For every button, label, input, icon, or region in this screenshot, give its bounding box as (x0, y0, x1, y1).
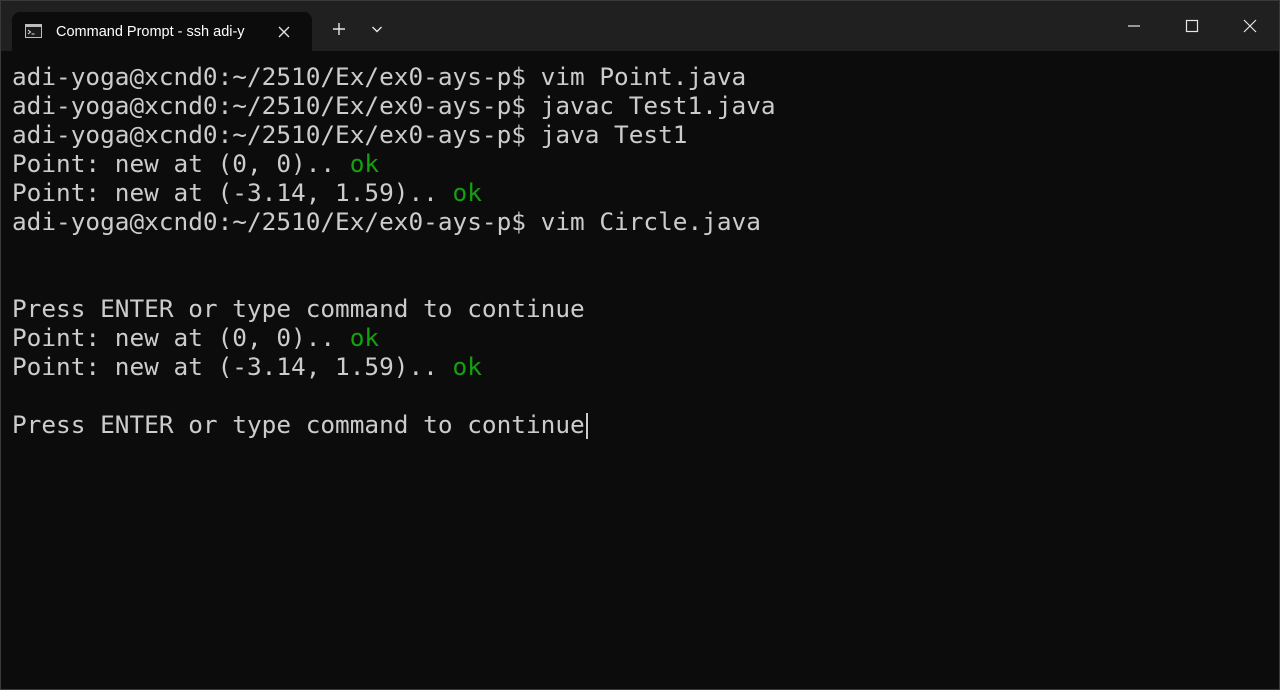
status-ok: ok (452, 178, 482, 207)
tab-title: Command Prompt - ssh adi-y (56, 24, 245, 40)
terminal-line: Point: new at (-3.14, 1.59).. ok (12, 352, 776, 381)
minimize-icon[interactable] (1105, 1, 1163, 51)
tab-command-prompt[interactable]: Command Prompt - ssh adi-y (12, 12, 312, 51)
status-ok: ok (452, 352, 482, 381)
status-ok: ok (349, 149, 380, 178)
terminal-line-text: adi-yoga@xcnd0:~/2510/Ex/ex0-ays-p$ vim … (12, 62, 747, 91)
terminal-line-text: Press ENTER or type command to continue (12, 410, 585, 439)
terminal-line: adi-yoga@xcnd0:~/2510/Ex/ex0-ays-p$ java… (12, 120, 776, 149)
terminal-line: Point: new at (0, 0).. ok (12, 149, 776, 178)
terminal-line: Point: new at (0, 0).. ok (12, 323, 776, 352)
close-icon[interactable] (1221, 1, 1279, 51)
title-bar[interactable]: Command Prompt - ssh adi-y (1, 1, 1279, 51)
chevron-down-icon[interactable] (363, 15, 391, 43)
terminal-line: Press ENTER or type command to continue (12, 294, 776, 323)
terminal-line: adi-yoga@xcnd0:~/2510/Ex/ex0-ays-p$ vim … (12, 62, 776, 91)
terminal-line-text: Point: new at (0, 0).. (12, 149, 350, 178)
status-ok: ok (349, 323, 380, 352)
terminal-line-text: Point: new at (0, 0).. (12, 323, 350, 352)
terminal-icon (25, 24, 42, 38)
terminal-window: Command Prompt - ssh adi-y adi-yoga@xcnd… (0, 0, 1280, 690)
terminal-line: Press ENTER or type command to continue (12, 410, 776, 439)
terminal-lines: adi-yoga@xcnd0:~/2510/Ex/ex0-ays-p$ vim … (12, 62, 776, 439)
terminal-line: adi-yoga@xcnd0:~/2510/Ex/ex0-ays-p$ java… (12, 91, 776, 120)
terminal-line-text: adi-yoga@xcnd0:~/2510/Ex/ex0-ays-p$ java… (12, 91, 776, 120)
terminal-line-text: adi-yoga@xcnd0:~/2510/Ex/ex0-ays-p$ vim … (12, 207, 761, 236)
terminal-line: adi-yoga@xcnd0:~/2510/Ex/ex0-ays-p$ vim … (12, 207, 776, 236)
maximize-icon[interactable] (1163, 1, 1221, 51)
terminal-line: Point: new at (-3.14, 1.59).. ok (12, 178, 776, 207)
terminal-line-text: Press ENTER or type command to continue (12, 294, 585, 323)
terminal-output[interactable]: adi-yoga@xcnd0:~/2510/Ex/ex0-ays-p$ vim … (1, 51, 1279, 689)
terminal-line-text: Point: new at (-3.14, 1.59).. (12, 178, 453, 207)
terminal-line-text: adi-yoga@xcnd0:~/2510/Ex/ex0-ays-p$ java… (12, 120, 688, 149)
text-cursor (585, 413, 588, 439)
plus-icon[interactable] (325, 15, 353, 43)
close-icon[interactable] (276, 24, 292, 40)
terminal-line-text: Point: new at (-3.14, 1.59).. (12, 352, 453, 381)
